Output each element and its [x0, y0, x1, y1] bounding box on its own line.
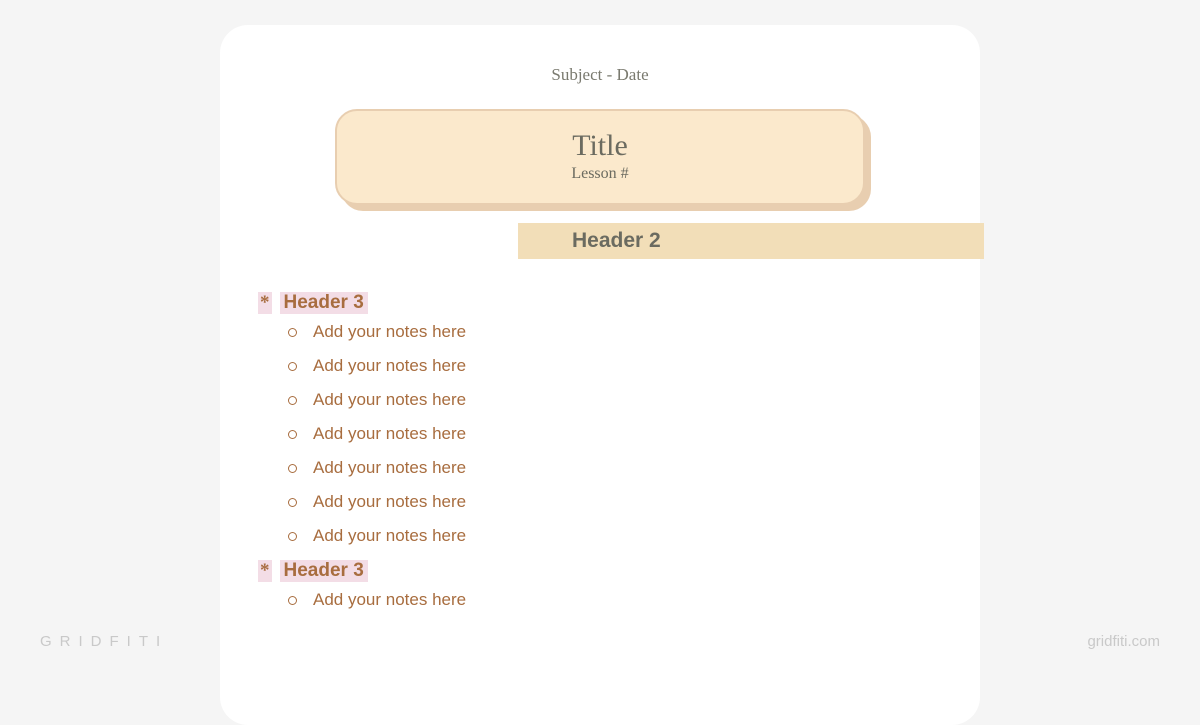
bullet-icon [288, 596, 297, 605]
title-text: Title [357, 129, 843, 163]
list-item: Add your notes here [288, 424, 466, 444]
note-text: Add your notes here [313, 458, 466, 478]
list-item: Add your notes here [288, 492, 466, 512]
note-text: Add your notes here [313, 390, 466, 410]
list-item: Add your notes here [288, 590, 466, 610]
note-text: Add your notes here [313, 356, 466, 376]
list-item: Add your notes here [288, 322, 466, 342]
list-item: Add your notes here [288, 458, 466, 478]
list-item: Add your notes here [288, 390, 466, 410]
note-text: Add your notes here [313, 424, 466, 444]
asterisk-icon: * [258, 292, 272, 314]
watermark-right: gridfiti.com [1087, 633, 1160, 650]
bullet-icon [288, 362, 297, 371]
header2-text: Header 2 [572, 229, 661, 253]
bullet-icon [288, 532, 297, 541]
header3-row: * Header 3 [258, 292, 466, 314]
title-box-inner: Title Lesson # [335, 109, 865, 205]
bullet-icon [288, 464, 297, 473]
lesson-number-text: Lesson # [357, 165, 843, 183]
header3-text: Header 3 [280, 292, 368, 314]
header3-text: Header 3 [280, 560, 368, 582]
note-text: Add your notes here [313, 492, 466, 512]
note-text: Add your notes here [313, 322, 466, 342]
list-item: Add your notes here [288, 356, 466, 376]
notes-list: Add your notes here [288, 590, 466, 610]
asterisk-icon: * [258, 560, 272, 582]
watermark-left: GRIDFITI [40, 633, 168, 650]
content-area: * Header 3 Add your notes here Add your … [258, 292, 466, 624]
subject-date-label: Subject - Date [255, 65, 945, 85]
note-text: Add your notes here [313, 590, 466, 610]
title-box: Title Lesson # [335, 109, 865, 205]
bullet-icon [288, 396, 297, 405]
bullet-icon [288, 328, 297, 337]
notes-list: Add your notes here Add your notes here … [288, 322, 466, 546]
note-text: Add your notes here [313, 526, 466, 546]
header3-row: * Header 3 [258, 560, 466, 582]
list-item: Add your notes here [288, 526, 466, 546]
header2-bar: Header 2 [518, 223, 984, 259]
bullet-icon [288, 498, 297, 507]
bullet-icon [288, 430, 297, 439]
